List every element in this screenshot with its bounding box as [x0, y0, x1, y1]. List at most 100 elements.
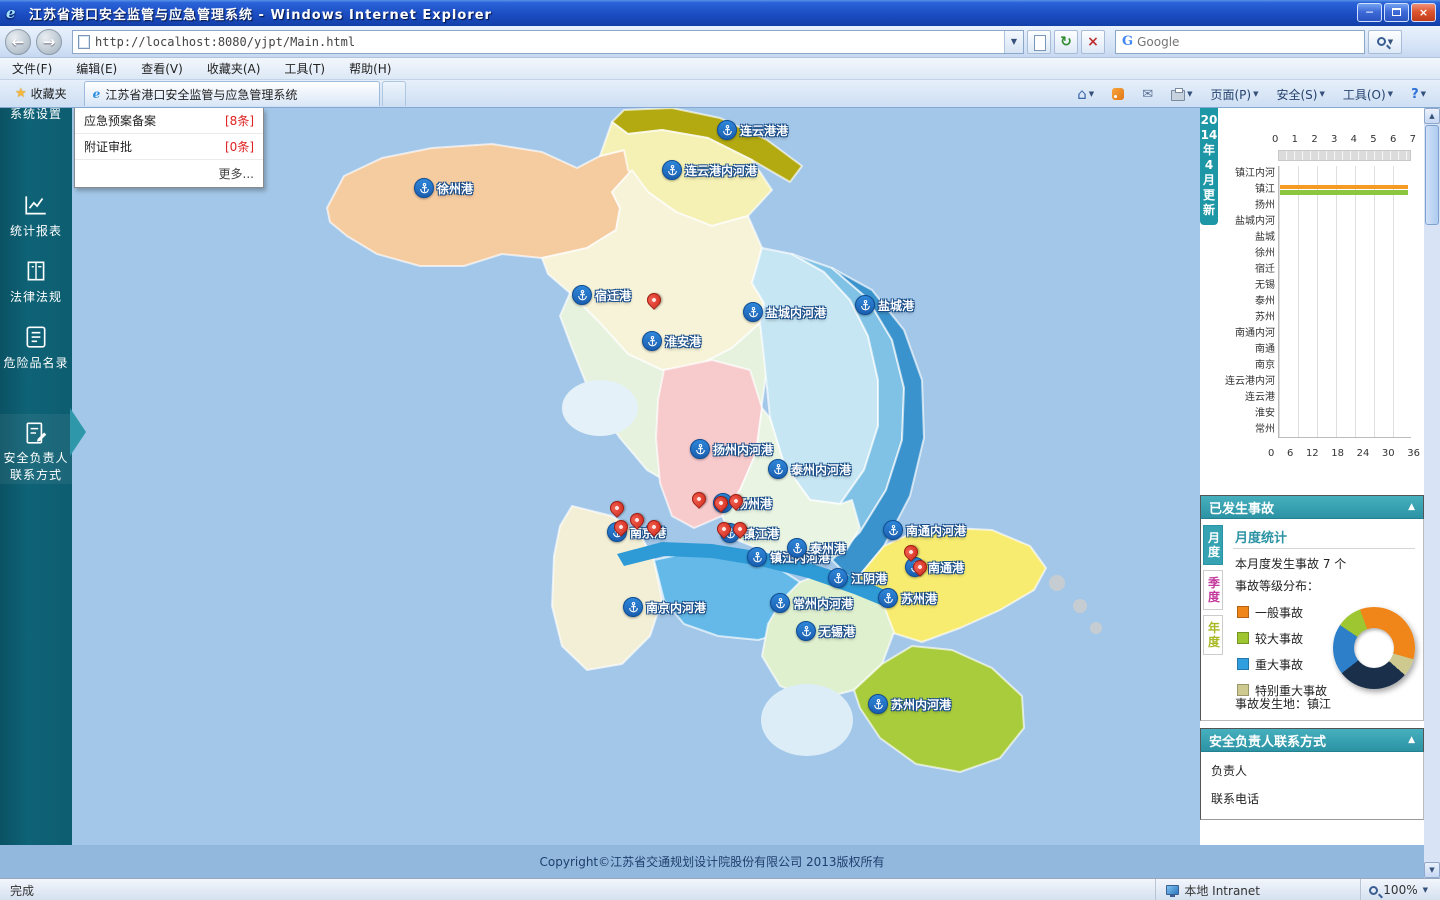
page-menu-button[interactable]: 页面(P) ▼ — [1206, 84, 1262, 105]
sidebar-item-laws[interactable]: 法律法规 — [0, 258, 72, 305]
tick-label: 4 — [1350, 134, 1357, 145]
menu-file[interactable]: 文件(F) — [0, 57, 64, 80]
scroll-down-button[interactable]: ▼ — [1424, 862, 1440, 878]
tab-ie-icon: e — [92, 87, 101, 101]
vertical-scrollbar[interactable]: ▲ ▼ — [1424, 108, 1440, 878]
sidebar-item-safety-contacts[interactable]: 安全负责人 联系方式 — [0, 414, 72, 484]
chart-category-label: 镇江 — [1255, 184, 1275, 195]
quick-row-emergency-plan[interactable]: 应急预案备案 [8条] — [75, 108, 263, 134]
maximize-button[interactable] — [1384, 3, 1409, 22]
contact-panel: 安全负责人联系方式 ▲ 负责人 联系电话 — [1200, 728, 1424, 820]
menu-edit[interactable]: 编辑(E) — [64, 57, 129, 80]
sidebar-item-hazmat-list[interactable]: 危险品名录 — [0, 324, 72, 371]
port-marker[interactable]: 苏州内河港 — [868, 694, 951, 714]
legend-label: 一般事故 — [1255, 605, 1304, 620]
home-button[interactable]: ⌂ ▼ — [1073, 83, 1098, 105]
home-dropdown-icon: ▼ — [1088, 90, 1095, 98]
quick-row-certificate-approval[interactable]: 附证审批 [0条] — [75, 134, 263, 160]
chart-category-label: 徐州 — [1255, 248, 1275, 259]
tick-label: 12 — [1305, 448, 1319, 459]
scroll-thumb[interactable] — [1425, 125, 1439, 225]
jiangsu-map-svg — [72, 108, 1200, 845]
back-button[interactable]: ← — [5, 28, 31, 55]
incident-panel-header: 已发生事故 ▲ — [1200, 495, 1424, 519]
port-marker[interactable]: 泰州内河港 — [768, 459, 851, 479]
incident-tabs: 月度 季度 年度 — [1203, 525, 1223, 660]
port-marker[interactable]: 连云港港 — [717, 120, 788, 140]
map-canvas[interactable]: 连云港港 连云港内河港 徐州港 宿迁港 淮安港 盐城内河港 盐城港 扬州内河港 … — [72, 108, 1200, 845]
minimize-button[interactable]: ─ — [1357, 3, 1382, 22]
port-marker[interactable]: 盐城港 — [855, 295, 914, 315]
tools-menu-button[interactable]: 工具(O) ▼ — [1339, 84, 1397, 105]
tab-monthly[interactable]: 月度 — [1203, 525, 1223, 565]
print-button[interactable]: ▼ — [1167, 86, 1196, 103]
menu-help[interactable]: 帮助(H) — [337, 57, 403, 80]
search-button[interactable]: ▼ — [1368, 29, 1402, 54]
port-marker[interactable]: 南京内河港 — [623, 597, 706, 617]
search-input[interactable] — [1137, 34, 1364, 49]
status-zone: 本地 Intranet — [1155, 879, 1270, 900]
port-label: 江阴港 — [851, 571, 888, 586]
chart-category-label: 无锡 — [1255, 280, 1275, 291]
incident-summary: 本月度发生事故 7 个 — [1235, 557, 1347, 571]
status-zone-label: 本地 Intranet — [1184, 883, 1260, 898]
go-page-button[interactable] — [1027, 29, 1051, 54]
port-marker[interactable]: 苏州港 — [878, 588, 937, 608]
port-marker[interactable]: 连云港内河港 — [662, 160, 757, 180]
menu-favorites[interactable]: 收藏夹(A) — [195, 57, 273, 80]
tick-label: 3 — [1330, 134, 1338, 145]
port-marker[interactable]: 江阴港 — [828, 568, 887, 588]
url-dropdown-button[interactable]: ▼ — [1004, 30, 1023, 53]
close-button[interactable]: × — [1411, 3, 1436, 22]
port-label: 连云港内河港 — [685, 163, 758, 178]
chart-category-label: 常州 — [1255, 424, 1275, 435]
port-marker[interactable]: 无锡港 — [796, 621, 855, 641]
port-marker[interactable]: 徐州港 — [414, 178, 473, 198]
url-input[interactable] — [95, 34, 1004, 49]
sidebar-item-statistics[interactable]: 统计报表 — [0, 192, 72, 239]
sidebar-item-system-settings[interactable]: 系统设置 — [0, 108, 72, 122]
help-button[interactable]: ? ▼ — [1407, 85, 1430, 104]
port-marker[interactable]: 盐城内河港 — [743, 302, 826, 322]
port-label: 南通内河港 — [906, 523, 967, 538]
menu-view[interactable]: 查看(V) — [129, 57, 195, 80]
new-tab-stub[interactable] — [381, 81, 406, 106]
browser-tab[interactable]: e 江苏省港口安全监管与应急管理系统 — [83, 81, 380, 106]
port-marker[interactable]: 常州内河港 — [770, 593, 853, 613]
scroll-up-button[interactable]: ▲ — [1424, 108, 1440, 124]
anchor-icon — [796, 621, 816, 641]
favorites-button[interactable]: ★ 收藏夹 — [6, 82, 76, 105]
zoom-level: 100% — [1383, 883, 1418, 897]
mail-icon: ✉ — [1142, 86, 1154, 102]
port-marker[interactable]: 泰州港 — [787, 538, 846, 558]
port-marker[interactable]: 淮安港 — [642, 331, 701, 351]
tab-yearly[interactable]: 年度 — [1203, 615, 1223, 655]
forward-button[interactable]: → — [36, 28, 62, 55]
zoom-control[interactable]: 100% ▼ — [1360, 879, 1436, 900]
collapse-arrow-icon[interactable]: ▲ — [1408, 502, 1415, 512]
port-marker[interactable]: 扬州内河港 — [690, 439, 773, 459]
sidebar-item-label: 联系方式 — [9, 468, 62, 482]
mail-button[interactable]: ✉ — [1138, 85, 1157, 104]
port-marker[interactable]: 南通内河港 — [883, 520, 966, 540]
stop-button[interactable]: × — [1081, 29, 1105, 54]
chart-icon — [23, 192, 49, 218]
anchor-icon — [770, 593, 790, 613]
distribution-label: 事故等级分布： — [1235, 579, 1320, 593]
more-link[interactable]: 更多... — [75, 160, 263, 187]
chart-category-label: 南通内河 — [1235, 328, 1275, 339]
tab-quarterly[interactable]: 季度 — [1203, 570, 1223, 610]
chart-category-label: 连云港内河 — [1225, 376, 1275, 387]
port-label: 泰州港 — [810, 541, 847, 556]
port-marker[interactable]: 宿迁港 — [572, 285, 631, 305]
anchor-icon — [868, 694, 888, 714]
tick-label: 6 — [1286, 448, 1294, 459]
safety-menu-button[interactable]: 安全(S) ▼ — [1272, 84, 1328, 105]
book-icon — [23, 258, 49, 284]
collapse-arrow-icon[interactable]: ▲ — [1408, 735, 1415, 745]
incident-content: 月度统计 本月度发生事故 7 个 事故等级分布： 一般事故 较大事故 重大事故 … — [1227, 519, 1423, 720]
feeds-button[interactable] — [1108, 86, 1128, 102]
menu-tools[interactable]: 工具(T) — [272, 57, 337, 80]
refresh-button[interactable]: ↻ — [1054, 29, 1078, 54]
chart-category-label: 南通 — [1255, 344, 1275, 355]
